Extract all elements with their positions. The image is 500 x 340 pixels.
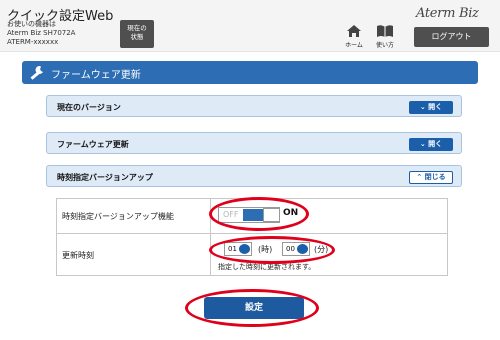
logout-button[interactable]: ログアウト	[414, 27, 489, 47]
panel-firmware-update: ファームウェア更新 ⌄ 開く	[46, 132, 462, 154]
device-info: お使いの機器は Aterm Biz SH7072A ATERM-xxxxxx	[7, 20, 75, 47]
table-divider	[56, 233, 448, 234]
open-label: 開く	[428, 140, 443, 148]
device-line-2: Aterm Biz SH7072A	[7, 29, 76, 37]
current-status-button[interactable]: 現在の 状態	[120, 20, 154, 48]
chevron-down-icon: ⌄	[419, 140, 429, 148]
help-nav[interactable]: 使い方	[374, 24, 396, 52]
book-icon	[377, 25, 393, 37]
feature-label: 時刻指定バージョンアップ機能	[62, 212, 174, 221]
status-button-line-1: 現在の	[127, 24, 147, 32]
wrench-icon	[30, 65, 43, 80]
highlight-ellipse	[185, 289, 319, 327]
home-label: ホーム	[345, 42, 363, 49]
panel-scheduled-update: 時刻指定バージョンアップ ⌃ 閉じる	[46, 165, 462, 187]
highlight-ellipse	[209, 236, 335, 264]
chevron-down-icon: ⌄	[419, 103, 429, 111]
open-button[interactable]: ⌄ 開く	[409, 138, 453, 151]
highlight-ellipse	[209, 197, 309, 231]
close-label: 閉じる	[424, 173, 446, 181]
panel-current-version: 現在のバージョン ⌄ 開く	[46, 95, 462, 117]
panel-label: 現在のバージョン	[57, 103, 121, 112]
device-line-1: お使いの機器は	[7, 20, 56, 28]
home-icon	[347, 25, 361, 37]
panel-label: 時刻指定バージョンアップ	[57, 173, 153, 182]
close-button[interactable]: ⌃ 閉じる	[409, 171, 453, 184]
update-time-label: 更新時刻	[62, 251, 94, 260]
status-button-line-2: 状態	[130, 33, 144, 41]
open-label: 開く	[428, 103, 443, 111]
section-title: ファームウェア更新	[51, 70, 141, 81]
device-line-3: ATERM-xxxxxx	[7, 38, 59, 46]
brand-logo: Aterm Biz	[416, 6, 479, 21]
section-title-bar: ファームウェア更新	[22, 61, 478, 84]
help-label: 使い方	[375, 42, 394, 49]
open-button[interactable]: ⌄ 開く	[409, 101, 453, 114]
panel-label: ファームウェア更新	[57, 140, 129, 149]
chevron-up-icon: ⌃	[416, 173, 425, 181]
home-nav[interactable]: ホーム	[343, 24, 365, 52]
